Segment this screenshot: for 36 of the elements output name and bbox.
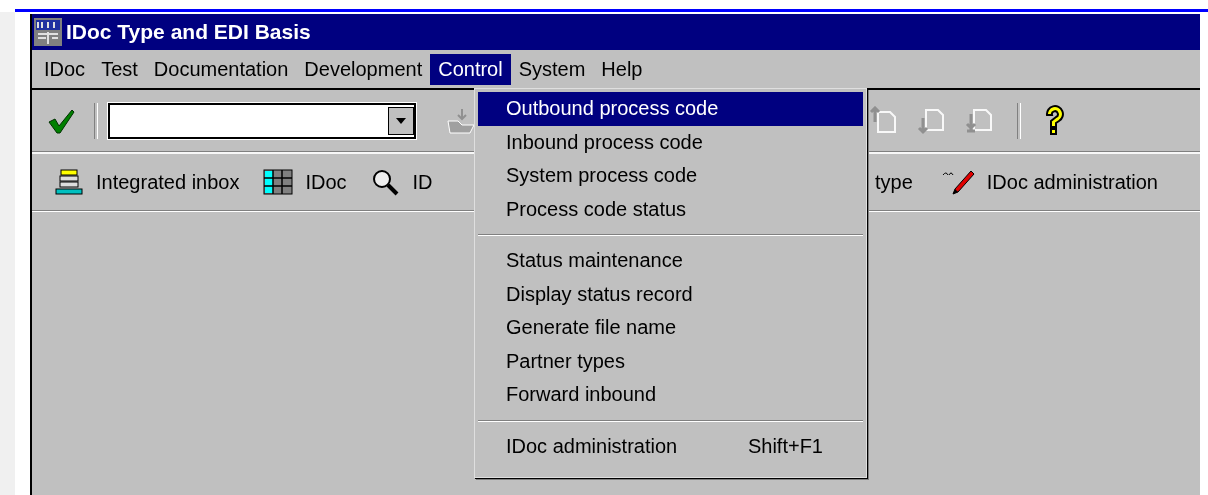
- menu-option[interactable]: Inbound process code: [478, 125, 863, 159]
- dropdown-button[interactable]: [388, 107, 414, 135]
- menu-option[interactable]: Outbound process code: [478, 92, 863, 126]
- menu-item[interactable]: Documentation: [145, 53, 297, 85]
- help-icon[interactable]: [1043, 105, 1067, 137]
- search-icon: [370, 168, 401, 196]
- menu-item[interactable]: Test: [93, 53, 146, 85]
- menu-option[interactable]: Process code status: [478, 192, 863, 226]
- menu-option[interactable]: Display status record: [478, 277, 863, 311]
- menu-option[interactable]: Forward inbound: [478, 378, 863, 412]
- menu-option[interactable]: Status maintenance: [478, 244, 863, 278]
- toolbar-button[interactable]: Integrated inbox: [54, 168, 240, 196]
- last-page-icon[interactable]: [965, 106, 995, 136]
- toolbar-button[interactable]: ID: [370, 168, 433, 196]
- toolbar-button[interactable]: IDoc administration: [940, 167, 1158, 197]
- menu-item[interactable]: System: [510, 53, 594, 85]
- caret-icon: [396, 118, 406, 124]
- toolbar-button[interactable]: type: [875, 170, 913, 194]
- menu-option[interactable]: Partner types: [478, 344, 863, 378]
- stacked-trays-icon: [54, 168, 84, 196]
- menu-option[interactable]: Generate file name: [478, 311, 863, 345]
- window-title: IDoc Type and EDI Basis: [66, 20, 311, 44]
- menu-item[interactable]: Help: [593, 53, 651, 85]
- menu-item[interactable]: IDoc: [36, 53, 94, 85]
- folder-icon[interactable]: [446, 107, 476, 135]
- menu-option[interactable]: IDoc administration Shift+F1: [478, 429, 863, 463]
- menu-item[interactable]: Control: [430, 53, 511, 85]
- command-field[interactable]: [108, 103, 416, 139]
- menu-item[interactable]: Development: [296, 53, 431, 85]
- table-icon: [263, 168, 294, 196]
- app-icon: [34, 18, 62, 46]
- check-icon[interactable]: [46, 107, 76, 135]
- page-up-icon[interactable]: [869, 106, 899, 136]
- page-down-icon[interactable]: [917, 106, 947, 136]
- toolbar-button[interactable]: IDoc: [263, 168, 347, 196]
- menu-option[interactable]: System process code: [478, 159, 863, 193]
